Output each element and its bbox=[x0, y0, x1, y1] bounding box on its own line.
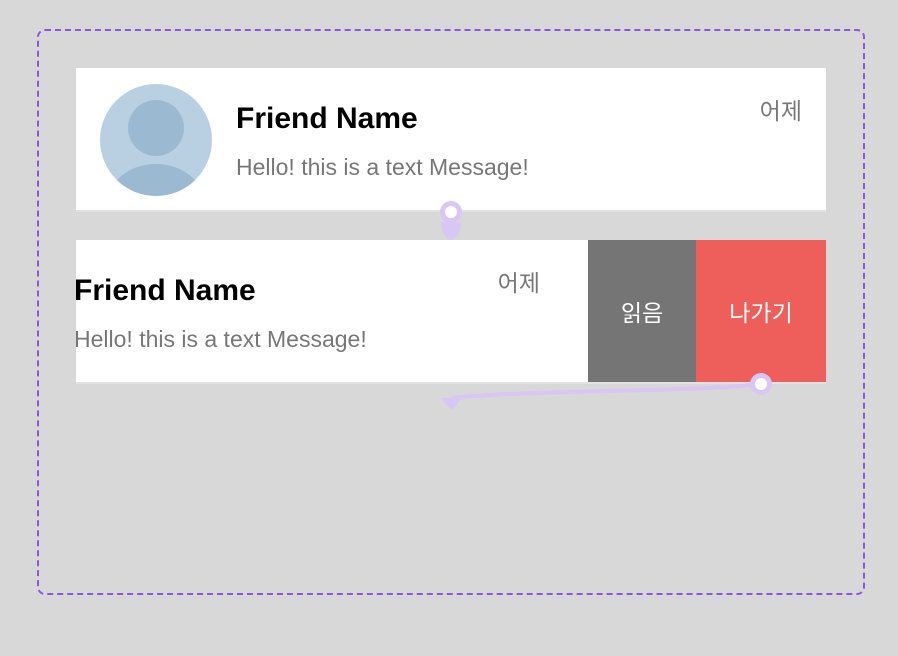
swiped-content[interactable]: Friend Name Hello! this is a text Messag… bbox=[76, 240, 564, 382]
friend-name: Friend Name bbox=[236, 102, 418, 135]
person-body-shape bbox=[110, 164, 202, 196]
chat-list-item[interactable]: Friend Name Hello! this is a text Messag… bbox=[76, 68, 826, 212]
mark-read-label: 읽음 bbox=[620, 300, 664, 326]
friend-name: Friend Name bbox=[76, 274, 256, 307]
timestamp: 어제 bbox=[759, 98, 802, 124]
person-placeholder-icon bbox=[128, 100, 184, 156]
avatar bbox=[100, 84, 212, 196]
timestamp: 어제 bbox=[497, 270, 540, 296]
last-message: Hello! this is a text Message! bbox=[76, 326, 367, 352]
leave-chat-button[interactable]: 나가기 bbox=[696, 240, 826, 382]
last-message: Hello! this is a text Message! bbox=[236, 154, 529, 180]
mark-read-button[interactable]: 읽음 bbox=[588, 240, 696, 382]
leave-chat-label: 나가기 bbox=[729, 300, 793, 326]
chat-list-item-swiped[interactable]: Friend Name Hello! this is a text Messag… bbox=[76, 240, 826, 384]
